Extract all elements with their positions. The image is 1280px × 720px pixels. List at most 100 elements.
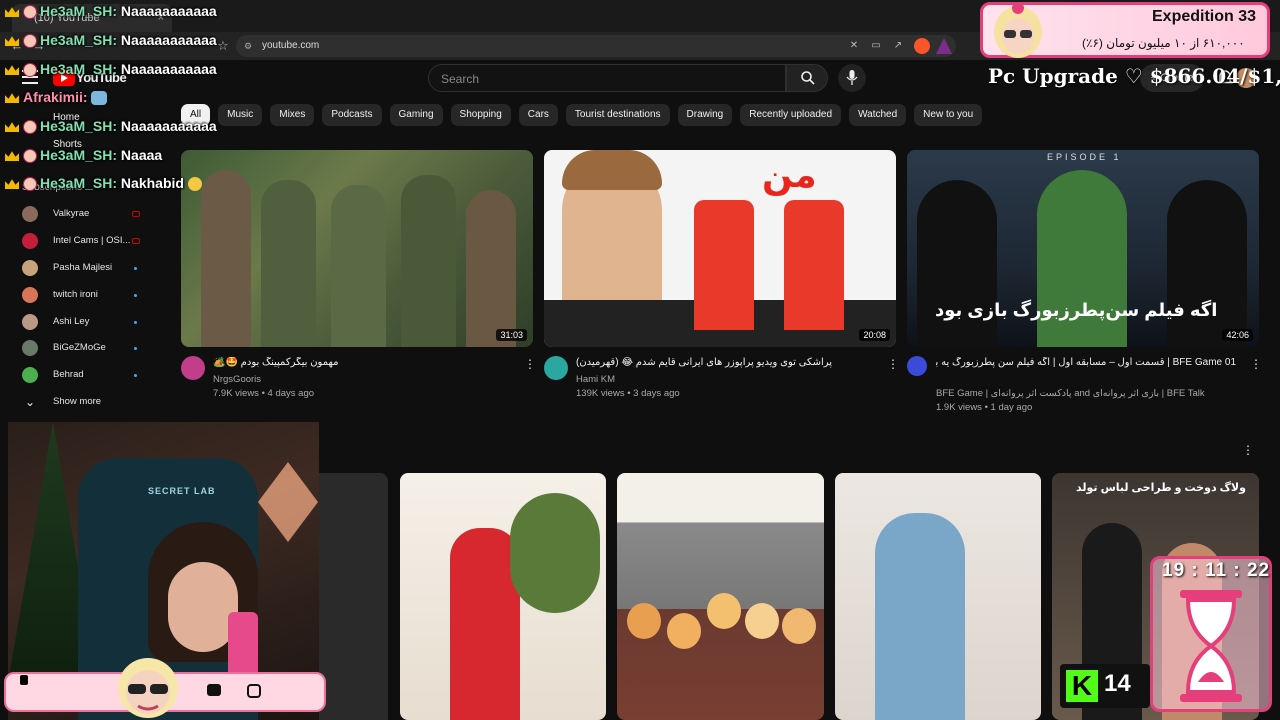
thumbnail-figure: [1167, 180, 1247, 347]
video-title[interactable]: BFE Game 01 | قسمت اول – مسابقه اول | اگ…: [936, 357, 1236, 368]
video-duration: 31:03: [496, 329, 527, 341]
live-icon: [132, 211, 140, 217]
chat-avatar: [23, 63, 37, 78]
subscription-valkyrae[interactable]: Valkyrae: [22, 204, 172, 224]
short-thumbnail[interactable]: [318, 473, 388, 720]
chip-new-to-you[interactable]: New to you: [914, 104, 983, 126]
channel-name[interactable]: NrgsGooris: [213, 374, 261, 385]
subscription-intel-cams[interactable]: Intel Cams | OSI...: [22, 231, 172, 251]
chat-username: He3aM_SH:: [40, 32, 118, 48]
chat-message: Afrakimii:: [5, 89, 110, 106]
crown-badge-icon: [5, 151, 19, 162]
channel-avatar: [22, 287, 38, 303]
goal-mascot-icon: [994, 2, 1042, 58]
chip-watched[interactable]: Watched: [849, 104, 907, 126]
short-caption: ولاگ دوخت و طراحی لباس تولد: [1076, 482, 1246, 494]
short-thumbnail[interactable]: [835, 473, 1041, 720]
chair-brand: SECRET LAB: [148, 486, 216, 496]
video-title[interactable]: مهمون بیگرکمپینگ بودم 🤩🏕️: [213, 357, 513, 368]
site-settings-icon[interactable]: ⚙: [244, 41, 254, 51]
chip-tourist-destinations[interactable]: Tourist destinations: [565, 104, 670, 126]
thumbnail-hair: [562, 150, 662, 190]
chat-username: He3aM_SH:: [40, 175, 118, 191]
goal-title: Expedition 33: [1152, 8, 1257, 25]
video-thumbnail[interactable]: 31:03: [181, 150, 533, 347]
chip-shopping[interactable]: Shopping: [450, 104, 511, 126]
crown-badge-icon: [5, 179, 19, 190]
chat-text: Naaaaaaaaaaa: [120, 32, 217, 48]
search-button[interactable]: [786, 64, 828, 92]
channel-avatar[interactable]: [907, 356, 927, 376]
chip-cars[interactable]: Cars: [518, 104, 558, 126]
brave-shields-icon[interactable]: [914, 38, 930, 54]
crown-badge-icon: [5, 7, 19, 18]
search-input[interactable]: [429, 65, 763, 93]
subscription-bigezmoge[interactable]: BiGeZMoGe: [22, 338, 172, 358]
crown-badge-icon: [5, 93, 19, 104]
chip-music[interactable]: Music: [218, 104, 263, 126]
thumbnail-dog: [782, 608, 816, 644]
more-actions-icon[interactable]: ⋮: [1250, 357, 1262, 371]
chat-avatar: [23, 120, 37, 135]
video-title[interactable]: پراشکی توی ویدیو پراپوزر های ایرانی قایم…: [576, 357, 876, 368]
chat-username: He3aM_SH:: [40, 61, 118, 77]
subscription-name: Valkyrae: [53, 208, 90, 219]
more-actions-icon[interactable]: ⋮: [524, 357, 536, 371]
mute-icon[interactable]: ✕: [846, 38, 862, 54]
video-thumbnail[interactable]: من 20:08: [544, 150, 896, 347]
subscription-name: BiGeZMoGe: [53, 342, 106, 353]
voice-search-button[interactable]: [838, 64, 866, 92]
crown-badge-icon: [5, 36, 19, 47]
chip-recently-uploaded[interactable]: Recently uploaded: [740, 104, 842, 126]
chat-text: Naaaa: [120, 147, 163, 163]
short-thumbnail[interactable]: [400, 473, 606, 720]
video-thumbnail[interactable]: EPISODE 1 اگه فیلم سن‌پطرزبورگ بازی بود …: [907, 150, 1259, 347]
shorts-more-icon[interactable]: ⋮: [1242, 443, 1254, 457]
thumbnail-figure: [331, 185, 386, 347]
kick-logo-icon: K: [1066, 670, 1098, 702]
chat-text: Nakhabid: [120, 175, 184, 191]
share-icon[interactable]: ↗: [890, 38, 906, 54]
chat-text: Naaaaaaaaaaa: [120, 118, 217, 134]
subscription-behrad[interactable]: Behrad: [22, 365, 172, 385]
short-thumbnail[interactable]: [617, 473, 824, 720]
wall-light: [258, 462, 318, 542]
new-content-dot: [134, 267, 137, 270]
video-duration: 42:06: [1222, 329, 1253, 341]
subscription-twitch-ironi[interactable]: twitch ironi: [22, 285, 172, 305]
chat-message: He3aM_SH: Naaaaaaaaaaa: [5, 118, 217, 135]
chat-avatar: [23, 149, 37, 164]
subscription-name: twitch ironi: [53, 289, 98, 300]
subscription-name: Intel Cams | OSI...: [53, 235, 131, 246]
video-meta: 1.9K views • 1 day ago: [936, 402, 1033, 413]
more-actions-icon[interactable]: ⋮: [887, 357, 899, 371]
chat-username: He3aM_SH:: [40, 147, 118, 163]
sleepy-emoji-icon: [187, 177, 202, 192]
channel-name[interactable]: BFE Game | پادکست اثر پروانه‌ای and بازی…: [936, 388, 1236, 399]
channel-avatar[interactable]: [181, 356, 205, 380]
cast-icon[interactable]: ▭: [868, 38, 884, 54]
search-box[interactable]: [428, 64, 786, 93]
chip-mixes[interactable]: Mixes: [270, 104, 315, 126]
subscription-ashi-ley[interactable]: Ashi Ley: [22, 312, 172, 332]
chip-drawing[interactable]: Drawing: [677, 104, 733, 126]
channel-avatar: [22, 233, 38, 249]
channel-name[interactable]: Hami KM: [576, 374, 615, 385]
thumbnail-dog: [707, 593, 741, 629]
stream-timer: 19 : 11 : 22: [1162, 560, 1271, 581]
chat-text: Naaaaaaaaaaa: [120, 3, 217, 19]
chat-text: Naaaaaaaaaaa: [120, 61, 217, 77]
chat-username: He3aM_SH:: [40, 3, 118, 19]
pc-upgrade-goal: Pc Upgrade ♡ $866.04/$1,000: [988, 64, 1280, 88]
hourglass-icon: [1180, 590, 1242, 702]
channel-avatar[interactable]: [544, 356, 568, 380]
tiktok-icon: [20, 675, 28, 685]
chip-gaming[interactable]: Gaming: [389, 104, 443, 126]
thumbnail-text: من: [762, 154, 817, 195]
chat-message: He3aM_SH: Naaaaaaaaaaa: [5, 32, 217, 49]
subscription-pasha-majlesi[interactable]: Pasha Majlesi: [22, 258, 172, 278]
subscription-name: Behrad: [53, 369, 84, 380]
show-more-button[interactable]: ⌄ Show more: [22, 392, 172, 412]
chip-podcasts[interactable]: Podcasts: [322, 104, 382, 126]
thumbnail-figure: [694, 200, 754, 330]
